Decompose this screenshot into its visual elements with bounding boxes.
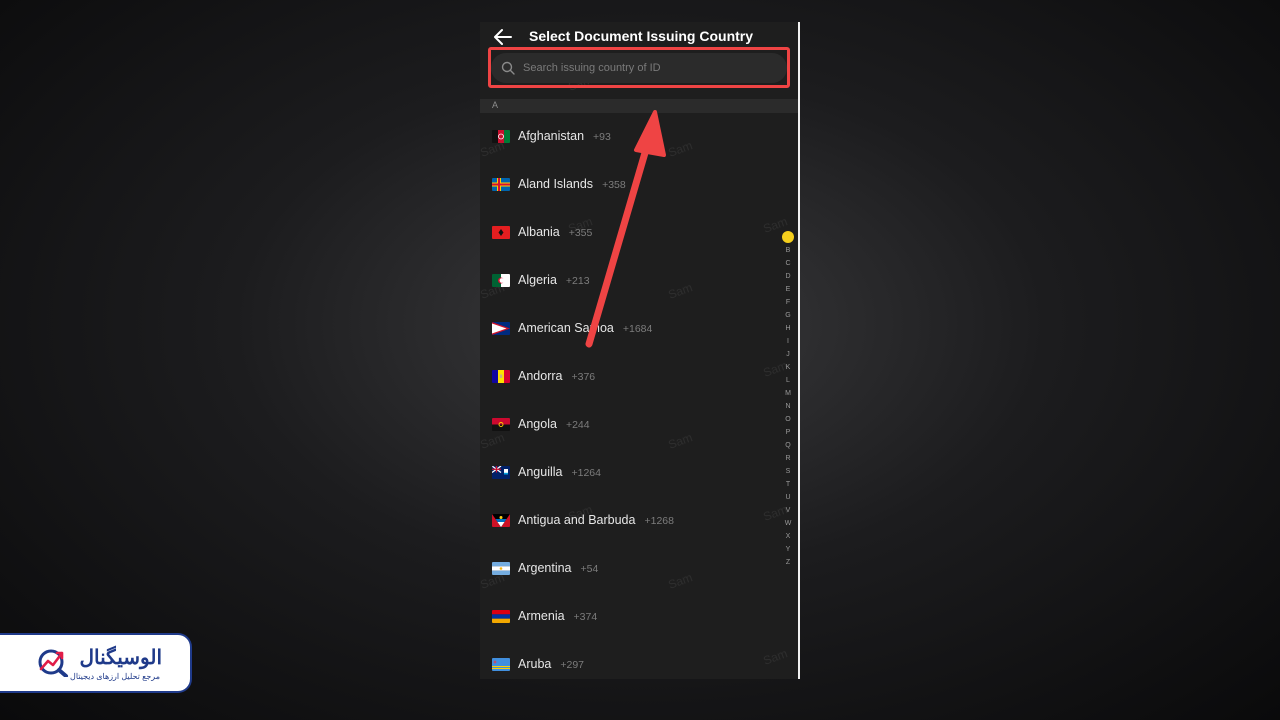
phone-edge [798, 22, 800, 679]
country-name: Aland Islands +358 [518, 177, 626, 191]
armenia-flag-icon [492, 610, 510, 623]
dial-code: +1268 [644, 515, 674, 527]
dial-code: +297 [560, 659, 585, 671]
page-title: Select Document Issuing Country [529, 28, 754, 44]
country-name: Aruba +297 [518, 657, 585, 671]
algeria-flag-icon [492, 274, 510, 287]
search-input[interactable] [523, 53, 779, 83]
search-icon [501, 61, 515, 75]
country-row-afghanistan[interactable]: Afghanistan +93 [480, 113, 780, 161]
country-row-andorra[interactable]: Andorra +376 [480, 353, 780, 401]
alpha-index-h[interactable]: H [781, 322, 795, 335]
afghanistan-flag-icon [492, 130, 510, 143]
alpha-index-q[interactable]: Q [781, 439, 795, 452]
alpha-index-p[interactable]: P [781, 426, 795, 439]
dial-code: +358 [602, 179, 626, 191]
search-box[interactable] [491, 53, 787, 83]
andorra-flag-icon [492, 370, 510, 383]
alpha-index-c[interactable]: C [781, 257, 795, 270]
alpha-index-d[interactable]: D [781, 270, 795, 283]
country-row-angola[interactable]: Angola +244 [480, 401, 780, 449]
brand-logo-card: الوسیگنال مرجع تحلیل ارزهای دیجیتال [0, 633, 192, 693]
brand-tagline: مرجع تحلیل ارزهای دیجیتال [70, 672, 160, 681]
country-name: Anguilla +1264 [518, 465, 601, 479]
alpha-index-f[interactable]: F [781, 296, 795, 309]
alpha-index-t[interactable]: T [781, 478, 795, 491]
argentina-flag-icon [492, 562, 510, 575]
country-row-argentina[interactable]: Argentina +54 [480, 545, 780, 593]
alpha-index-k[interactable]: K [781, 361, 795, 374]
anguilla-flag-icon [492, 466, 510, 479]
alpha-index-i[interactable]: I [781, 335, 795, 348]
section-header: A [480, 99, 798, 113]
country-name: American Samoa +1684 [518, 321, 653, 335]
alphabet-index: A B C D E F G H I J K L M N O P Q R S T … [781, 231, 795, 569]
country-list: Afghanistan +93 Aland Islands +358 Albania… [480, 113, 780, 679]
aruba-flag-icon [492, 658, 510, 671]
aland-islands-flag-icon [492, 178, 510, 191]
country-row-armenia[interactable]: Armenia +374 [480, 593, 780, 641]
brand-chart-icon [38, 649, 68, 677]
alpha-index-g[interactable]: G [781, 309, 795, 322]
alpha-index-s[interactable]: S [781, 465, 795, 478]
country-row-anguilla[interactable]: Anguilla +1264 [480, 449, 780, 497]
country-name: Armenia +374 [518, 609, 598, 623]
antigua-and-barbuda-flag-icon [492, 514, 510, 527]
section-letter: A [492, 100, 499, 110]
alpha-index-u[interactable]: U [781, 491, 795, 504]
alpha-index-z[interactable]: Z [781, 556, 795, 569]
country-name: Afghanistan +93 [518, 129, 611, 143]
alpha-index-r[interactable]: R [781, 452, 795, 465]
dial-code: +1684 [622, 323, 653, 335]
alpha-index-m[interactable]: M [781, 387, 795, 400]
country-name: Albania +355 [518, 225, 593, 239]
country-row-albania[interactable]: Albania +355 [480, 209, 780, 257]
alpha-index-l[interactable]: L [781, 374, 795, 387]
angola-flag-icon [492, 418, 510, 431]
dial-code: +54 [580, 563, 599, 575]
country-name: Antigua and Barbuda +1268 [518, 513, 674, 527]
alpha-index-b[interactable]: B [781, 244, 795, 257]
country-row-american-samoa[interactable]: American Samoa +1684 [480, 305, 780, 353]
country-row-antigua-and-barbuda[interactable]: Antigua and Barbuda +1268 [480, 497, 780, 545]
alpha-index-a[interactable]: A [782, 231, 794, 243]
alpha-index-n[interactable]: N [781, 400, 795, 413]
country-row-aland-islands[interactable]: Aland Islands +358 [480, 161, 780, 209]
dial-code: +355 [568, 227, 593, 239]
country-name: Algeria +213 [518, 273, 590, 287]
dial-code: +244 [565, 419, 590, 431]
country-name: Argentina +54 [518, 561, 599, 575]
alpha-index-x[interactable]: X [781, 530, 795, 543]
alpha-index-y[interactable]: Y [781, 543, 795, 556]
alpha-index-o[interactable]: O [781, 413, 795, 426]
dial-code: +1264 [571, 467, 601, 479]
brand-name: الوسیگنال [79, 647, 162, 669]
alpha-index-j[interactable]: J [781, 348, 795, 361]
country-name: Angola +244 [518, 417, 590, 431]
alpha-index-w[interactable]: W [781, 517, 795, 530]
arrow-left-icon[interactable] [492, 26, 514, 48]
app-header: Select Document Issuing Country [480, 22, 798, 50]
albania-flag-icon [492, 226, 510, 239]
american-samoa-flag-icon [492, 322, 510, 335]
phone-screen: Sam Sam Sam Sam Sam Sam Sam Sam Sam Sam … [480, 22, 798, 679]
alpha-index-v[interactable]: V [781, 504, 795, 517]
dial-code: +93 [593, 131, 611, 143]
dial-code: +213 [565, 275, 590, 287]
country-row-aruba[interactable]: Aruba +297 [480, 641, 780, 679]
country-name: Andorra +376 [518, 369, 596, 383]
country-row-algeria[interactable]: Algeria +213 [480, 257, 780, 305]
alpha-index-e[interactable]: E [781, 283, 795, 296]
dial-code: +376 [571, 371, 596, 383]
dial-code: +374 [573, 611, 598, 623]
